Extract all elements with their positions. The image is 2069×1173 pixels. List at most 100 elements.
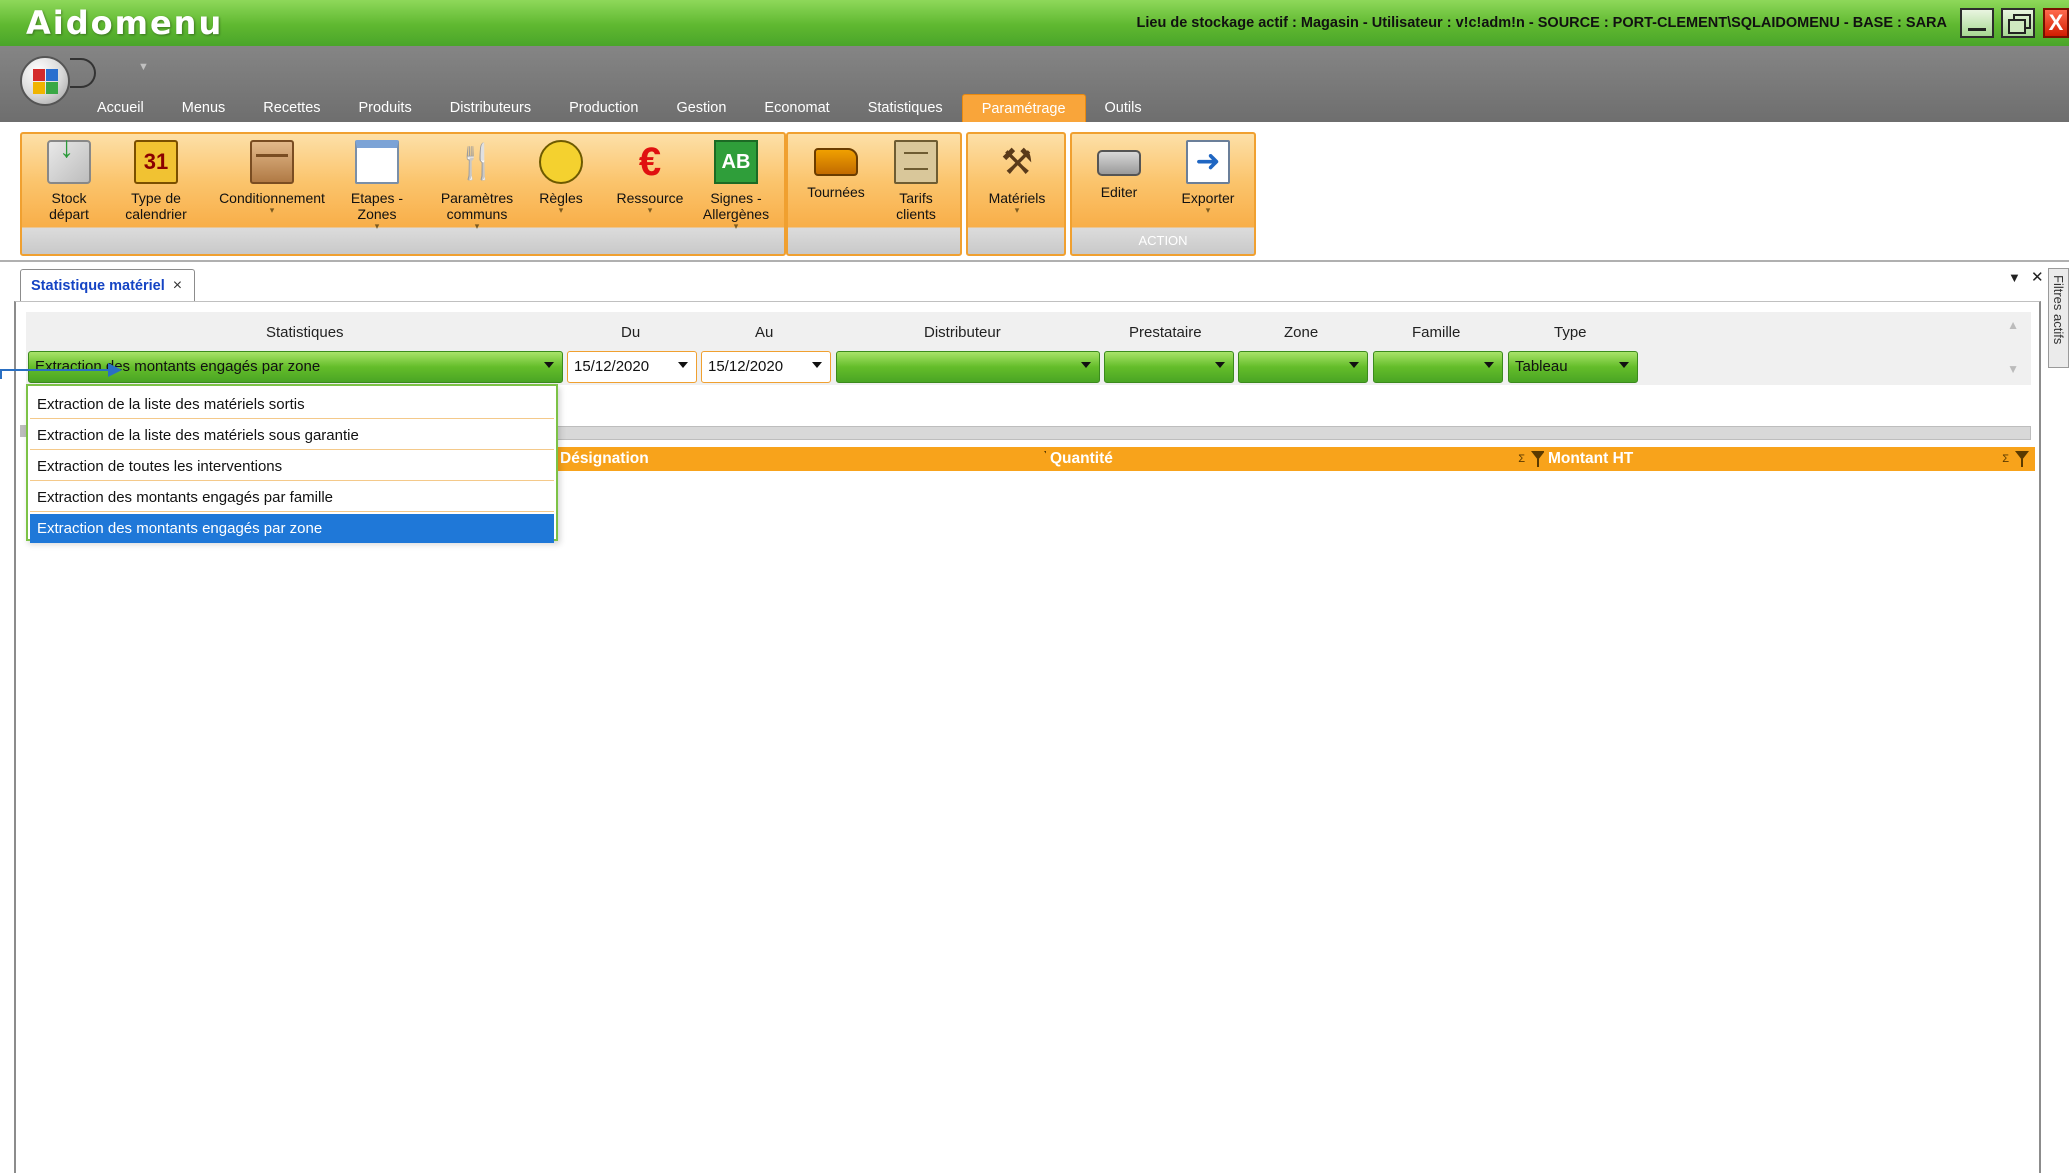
ribbon-button-label: Etapes - — [350, 190, 404, 206]
application-menu-orb[interactable] — [20, 56, 70, 106]
dropdown-option[interactable]: Extraction de toutes les interventions — [30, 452, 554, 481]
tab-statistiques[interactable]: Statistiques — [849, 94, 962, 122]
ribbon-button-stock[interactable]: Stockdépart — [36, 134, 102, 230]
ribbon-button-label: Editer — [1100, 184, 1138, 200]
ribbon-button-editer[interactable]: Editer — [1086, 134, 1152, 230]
stock-icon — [47, 140, 91, 184]
close-tab-icon[interactable]: × — [173, 277, 182, 295]
filters-side-tab-label: Filtres actifs — [2051, 275, 2066, 345]
menu-bar: ▼ Accueil Menus Recettes Produits Distribute… — [0, 46, 2069, 122]
ribbon-button-label: Ressource — [616, 190, 684, 206]
ribbon-button-exporter[interactable]: ➜ Exporter ▾ — [1170, 134, 1246, 230]
pane-controls: ▼ ✕ — [2008, 269, 2044, 286]
euro-icon: € — [638, 140, 662, 184]
ribbon-button-label: Matériels — [988, 190, 1046, 206]
chevron-down-icon — [1215, 362, 1225, 368]
ribbon-button-signes[interactable]: AB Signes - Allergènes ▾ — [698, 134, 774, 231]
chevron-down-icon — [1619, 362, 1629, 368]
sum-icon[interactable]: Σ — [2002, 447, 2009, 471]
ribbon-button-label: Tarifs — [899, 190, 933, 206]
column-header-montant-ht[interactable]: Montant HT Σ — [1544, 447, 2035, 471]
ribbon-button-conditionnement[interactable]: Conditionnement ▾ — [210, 134, 334, 230]
label-statistiques: Statistiques — [266, 324, 344, 341]
chevron-down-icon: ▾ — [647, 205, 653, 215]
chevron-down-icon — [812, 362, 822, 368]
type-combo[interactable]: Tableau — [1508, 351, 1638, 383]
ribbon-button-label: Stock — [51, 190, 87, 206]
tab-economat[interactable]: Economat — [745, 94, 848, 122]
chevron-down-icon — [1484, 362, 1494, 368]
column-header-quantite[interactable]: Quantité Σ — [1046, 447, 1551, 471]
label-distributeur: Distributeur — [924, 324, 1001, 341]
tools-icon: ⚒ — [1000, 141, 1034, 182]
document-tab-title: Statistique matériel — [31, 277, 165, 294]
chevron-down-icon — [1081, 362, 1091, 368]
filters-side-tab[interactable]: Filtres actifs — [2048, 268, 2069, 368]
label-au: Au — [755, 324, 774, 341]
tab-produits[interactable]: Produits — [340, 94, 431, 122]
ribbon-button-parametres[interactable]: 🍴 Paramètres communs ▾ — [434, 134, 520, 231]
ribbon-button-type-de[interactable]: 31 Type de calendrier — [116, 134, 196, 230]
filter-funnel-icon[interactable] — [1531, 451, 1545, 467]
scroll-down-icon[interactable]: ▼ — [2007, 362, 2019, 376]
ribbon-button-label: Signes - — [710, 190, 762, 206]
document-tab-statistique-materiel[interactable]: Statistique matériel × — [20, 269, 196, 301]
tab-accueil[interactable]: Accueil — [78, 94, 163, 122]
ribbon-button-tarifs[interactable]: Tarifs clients — [880, 134, 952, 230]
filter-bar: Statistiques Du Au Distributeur Prestata… — [26, 312, 2031, 385]
ribbon-button-label: Tournées — [807, 184, 865, 200]
ribbon-group-action: ACTION Editer ➜ Exporter ▾ — [1070, 132, 1256, 256]
ribbon-button-materiels[interactable]: ⚒ Matériels ▾ — [978, 134, 1056, 230]
label-prestataire: Prestataire — [1129, 324, 1202, 341]
ribbon-group-livraison: Tournées Tarifs clients — [786, 132, 962, 256]
column-header-label: Désignation — [560, 450, 649, 467]
tab-parametrage[interactable]: Paramétrage — [961, 94, 1086, 122]
tab-recettes[interactable]: Recettes — [244, 94, 339, 122]
tab-gestion[interactable]: Gestion — [657, 94, 745, 122]
famille-combo[interactable] — [1373, 351, 1503, 383]
scroll-up-icon[interactable]: ▲ — [2007, 318, 2019, 332]
export-icon: ➜ — [1186, 140, 1230, 184]
chevron-down-icon — [1349, 362, 1359, 368]
minimize-button[interactable] — [1960, 8, 1994, 38]
distributeur-combo[interactable] — [836, 351, 1100, 383]
chevron-down-icon: ▾ — [733, 221, 739, 231]
chevron-down-icon: ▾ — [558, 205, 564, 215]
ribbon-button-label-line2: clients — [896, 206, 936, 222]
chevron-down-icon: ▾ — [269, 205, 275, 215]
label-zone: Zone — [1284, 324, 1319, 341]
pane-close-icon[interactable]: ✕ — [2031, 268, 2044, 286]
column-header-label: Quantité — [1050, 450, 1113, 467]
date-du-picker[interactable]: 15/12/2020 — [567, 351, 697, 383]
zone-combo[interactable] — [1238, 351, 1368, 383]
sum-icon[interactable]: Σ — [1518, 447, 1525, 471]
dropdown-option[interactable]: Extraction des montants engagés par fami… — [30, 483, 554, 512]
chevron-down-icon: ▾ — [474, 221, 480, 231]
printer-icon — [1097, 150, 1141, 176]
quick-access-dropdown-icon[interactable]: ▼ — [138, 61, 149, 73]
ribbon-button-tournees[interactable]: Tournées — [800, 134, 872, 230]
restore-button[interactable] — [2001, 8, 2035, 38]
annotation-arrow-head-icon — [108, 363, 122, 377]
tab-production[interactable]: Production — [550, 94, 657, 122]
tab-menus[interactable]: Menus — [163, 94, 245, 122]
filter-funnel-icon[interactable] — [2015, 451, 2029, 467]
ribbon-button-ressource[interactable]: € Ressource ▾ — [606, 134, 694, 230]
chevron-down-icon: ▾ — [1205, 205, 1211, 215]
prestataire-combo[interactable] — [1104, 351, 1234, 383]
tab-distributeurs[interactable]: Distributeurs — [431, 94, 550, 122]
close-button[interactable]: X — [2043, 8, 2069, 38]
date-au-value: 15/12/2020 — [708, 358, 784, 375]
tab-outils[interactable]: Outils — [1086, 94, 1161, 122]
ribbon-button-label: Règles — [539, 190, 583, 206]
ribbon-button-regles[interactable]: Règles ▾ — [534, 134, 588, 230]
pane-menu-icon[interactable]: ▼ — [2008, 270, 2021, 285]
dropdown-option[interactable]: Extraction de la liste des matériels sor… — [30, 390, 554, 419]
date-au-picker[interactable]: 15/12/2020 — [701, 351, 831, 383]
dropdown-option[interactable]: Extraction de la liste des matériels sou… — [30, 421, 554, 450]
label-type: Type — [1554, 324, 1587, 341]
dropdown-option[interactable]: Extraction des montants engagés par zone — [30, 514, 554, 543]
ribbon-button-etapes[interactable]: Etapes - Zones ▾ — [342, 134, 412, 231]
column-header-designation[interactable]: Désignation — [556, 447, 1064, 471]
box-icon — [250, 140, 294, 184]
